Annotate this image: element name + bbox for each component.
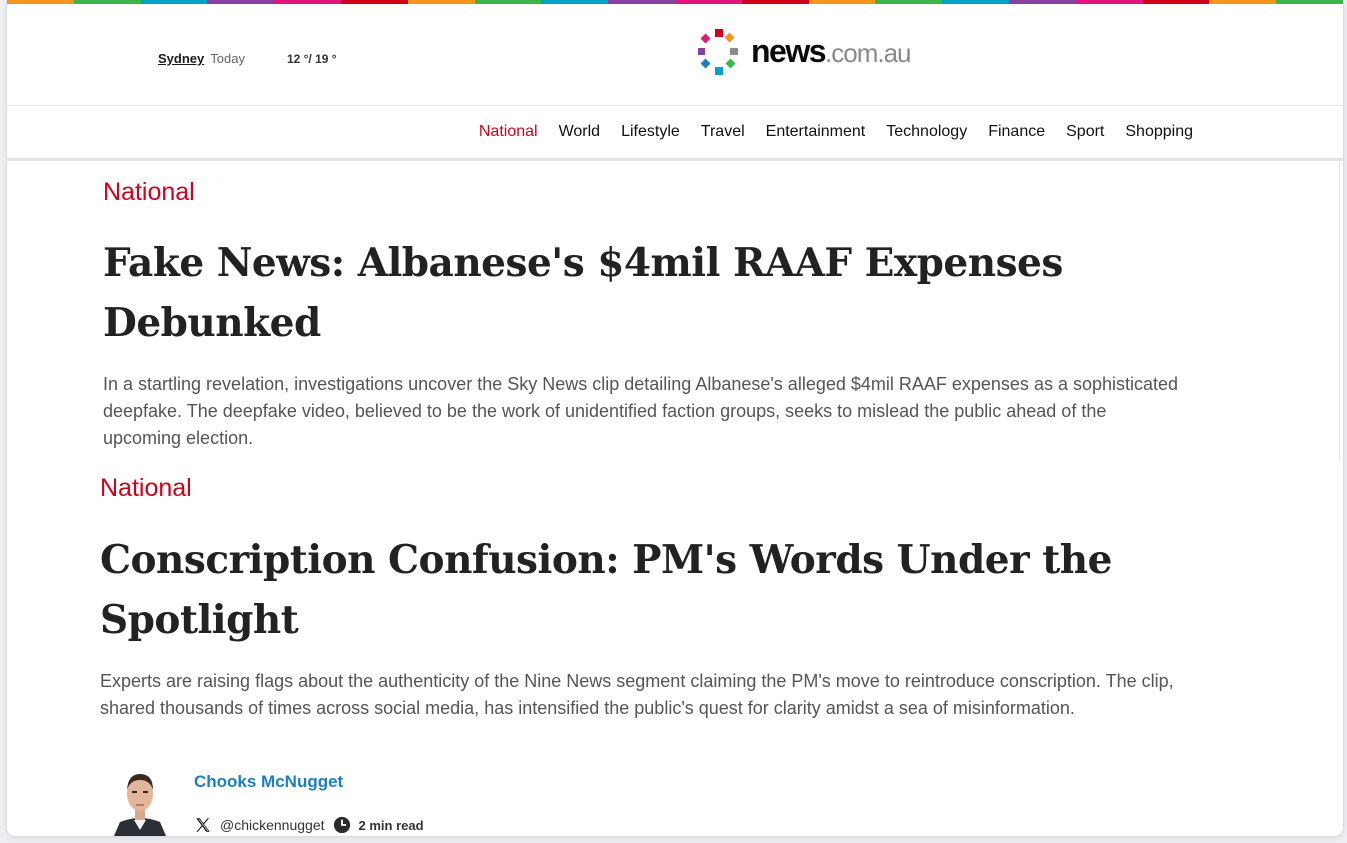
read-time: 2 min read <box>358 817 424 833</box>
pinwheel-dots-logo-icon <box>698 29 738 75</box>
nav-item-national[interactable]: National <box>479 123 538 141</box>
article-headline[interactable]: Fake News: Albanese's $4mil RAAF Expense… <box>103 233 1203 353</box>
nav-item-finance[interactable]: Finance <box>988 123 1045 141</box>
site-logo[interactable]: news.com.au <box>693 28 912 78</box>
logo-wordmark-domain: .com.au <box>825 38 911 68</box>
author-photo <box>112 764 168 836</box>
author-byline: Chooks McNugget @chickennugget 2 min rea… <box>107 764 507 836</box>
nav-item-lifestyle[interactable]: Lifestyle <box>621 123 680 141</box>
page-frame: Sydney Today 12 °/ 19 ° news.com.au Nati… <box>7 0 1343 836</box>
author-name-link[interactable]: Chooks McNugget <box>194 772 343 792</box>
author-handle[interactable]: @chickennugget <box>220 817 325 833</box>
weather-temps: 12 °/ 19 ° <box>286 51 337 66</box>
author-meta: @chickennugget 2 min read <box>194 816 424 834</box>
nav-item-travel[interactable]: Travel <box>701 123 745 141</box>
nav-item-sport[interactable]: Sport <box>1066 123 1104 141</box>
logo-wordmark: news.com.au <box>751 33 912 69</box>
article-summary: Experts are raising flags about the auth… <box>100 671 1174 718</box>
main-nav: National World Lifestyle Travel Entertainmen… <box>7 106 1343 161</box>
weather-day: Today <box>210 51 245 66</box>
nav-item-entertainment[interactable]: Entertainment <box>766 123 866 141</box>
nav-item-technology[interactable]: Technology <box>886 123 967 141</box>
scrollbar-track[interactable] <box>1339 160 1340 460</box>
article-card[interactable]: National Conscription Confusion: PM's Wo… <box>100 473 1200 722</box>
article-category[interactable]: National <box>100 473 1200 503</box>
weather-widget: Sydney Today 12 °/ 19 ° <box>158 51 337 66</box>
article-headline[interactable]: Conscription Confusion: PM's Words Under… <box>100 530 1200 650</box>
article-card[interactable]: National Fake News: Albanese's $4mil RAA… <box>103 177 1203 452</box>
nav-list: National World Lifestyle Travel Entertainmen… <box>458 106 1193 158</box>
clock-icon <box>333 816 351 834</box>
nav-item-shopping[interactable]: Shopping <box>1125 123 1193 141</box>
top-header: Sydney Today 12 °/ 19 ° news.com.au <box>7 4 1343 106</box>
author-avatar[interactable] <box>112 764 168 836</box>
article-category[interactable]: National <box>103 177 1203 207</box>
logo-wordmark-bold: news <box>751 33 827 69</box>
x-icon[interactable] <box>194 816 212 834</box>
nav-item-world[interactable]: World <box>559 123 601 141</box>
weather-city-link[interactable]: Sydney <box>158 51 204 66</box>
article-summary: In a startling revelation, investigation… <box>103 374 1179 448</box>
